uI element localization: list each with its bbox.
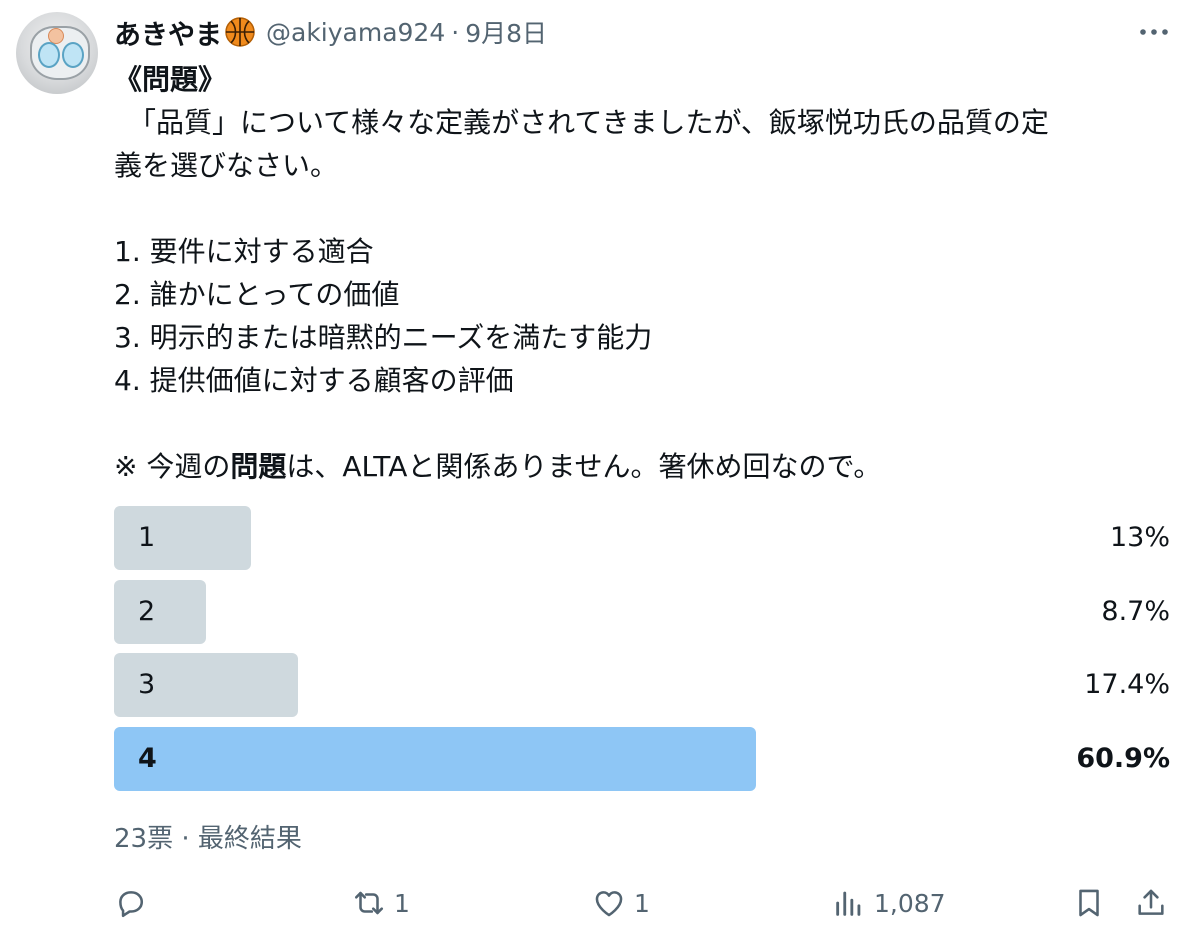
more-options-button[interactable] — [1136, 14, 1172, 50]
poll-option-label: 3 — [138, 669, 156, 700]
note-bold: 問題 — [230, 450, 287, 483]
bookmark-icon — [1079, 889, 1099, 917]
tweet-choice-1: 1. 要件に対する適合 — [114, 235, 374, 268]
tweet-line: 「品質」について様々な定義がされてきましたが、飯塚悦功氏の品質の定 — [114, 106, 1049, 139]
views-button[interactable]: 1,087 — [832, 880, 946, 926]
tweet-choice-2: 2. 誰かにとっての価値 — [114, 278, 400, 311]
note-prefix: ※ 今週の — [114, 450, 231, 483]
retweet-icon — [354, 891, 384, 915]
action-bar: 1 1 1,087 — [114, 880, 1174, 926]
tweet-header: あきやま @akiyama924 · 9月8日 — [114, 12, 547, 52]
retweet-count: 1 — [394, 888, 410, 918]
basketball-icon — [225, 17, 255, 47]
reply-button[interactable] — [114, 880, 156, 926]
more-icon — [1140, 29, 1168, 35]
poll-bar — [114, 506, 251, 570]
poll-option-percent: 60.9% — [1076, 742, 1170, 774]
retweet-button[interactable]: 1 — [352, 880, 410, 926]
tweet-text: 《問題》 「品質」について様々な定義がされてきましたが、飯塚悦功氏の品質の定 義… — [114, 58, 1174, 488]
note-suffix: は、ALTAと関係ありません。箸休め回なので。 — [286, 450, 882, 483]
poll: 1 13% 2 8.7% 3 17.4% 4 60.9% — [114, 506, 1170, 800]
tweet-note: ※ 今週の問題は、ALTAと関係ありません。箸休め回なので。 — [114, 445, 1174, 488]
poll-option-percent: 8.7% — [1101, 595, 1170, 627]
share-icon — [1138, 889, 1164, 915]
poll-option-label: 1 — [138, 522, 156, 553]
avatar-eye-right — [62, 42, 84, 68]
poll-option-winner: 4 60.9% — [114, 726, 1170, 791]
share-button[interactable] — [1134, 880, 1168, 926]
poll-bar-winner — [114, 726, 756, 791]
tweet-date[interactable]: 9月8日 — [465, 14, 547, 50]
tweet-choice-4: 4. 提供価値に対する顧客の評価 — [114, 364, 514, 397]
views-icon — [836, 891, 861, 916]
like-button[interactable]: 1 — [592, 880, 650, 926]
poll-option-percent: 17.4% — [1084, 669, 1170, 700]
poll-summary: 23票 · 最終結果 — [114, 824, 302, 854]
like-count: 1 — [634, 888, 650, 918]
heart-icon — [595, 891, 623, 917]
reply-icon — [119, 891, 144, 918]
author-name[interactable]: あきやま — [114, 13, 222, 52]
avatar-eye-left — [38, 42, 60, 68]
poll-option: 3 17.4% — [114, 653, 1170, 717]
tweet-line-title: 《問題》 — [114, 63, 227, 96]
author-avatar[interactable] — [16, 12, 98, 94]
header-separator: · — [451, 17, 460, 47]
poll-bar — [114, 579, 206, 644]
poll-option-percent: 13% — [1109, 522, 1170, 553]
tweet-choice-3: 3. 明示的または暗黙的ニーズを満たす能力 — [114, 321, 653, 354]
poll-option: 1 13% — [114, 506, 1170, 570]
poll-option-label: 4 — [138, 742, 157, 774]
views-count: 1,087 — [874, 888, 946, 918]
bookmark-button[interactable] — [1072, 880, 1106, 926]
poll-option: 2 8.7% — [114, 579, 1170, 644]
poll-option-label: 2 — [138, 595, 156, 627]
author-handle[interactable]: @akiyama924 — [266, 18, 445, 47]
tweet-line: 義を選びなさい。 — [114, 149, 339, 182]
